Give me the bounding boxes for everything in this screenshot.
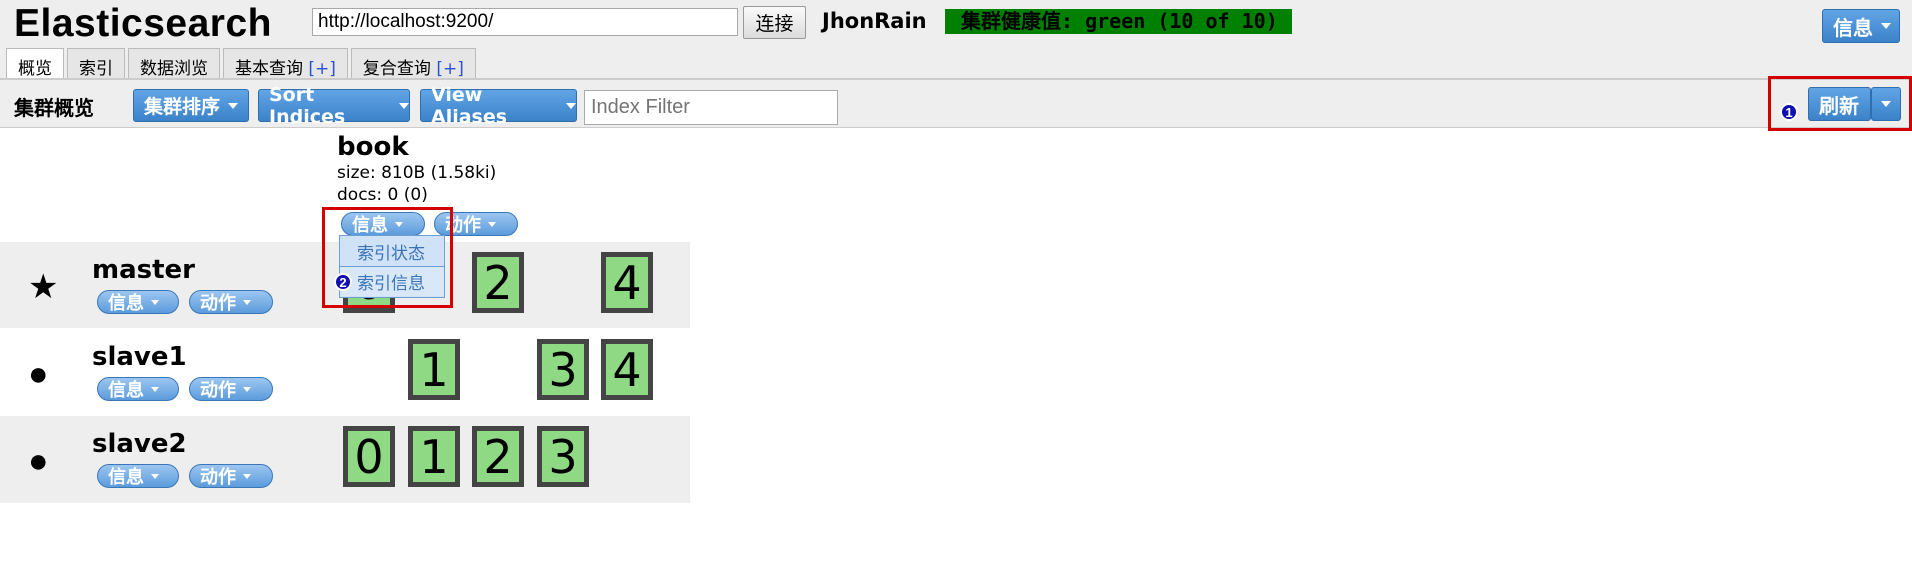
shard-box[interactable]: 0 <box>343 426 395 487</box>
chevron-down-icon <box>151 473 159 479</box>
sort-cluster-button[interactable]: 集群排序 <box>133 89 249 122</box>
index-name: book <box>337 132 409 162</box>
circle-icon: ● <box>28 442 49 480</box>
highlight-box-dropdown <box>322 207 453 308</box>
shard-box[interactable]: 2 <box>472 426 524 487</box>
cluster-toolbar: 集群概览 集群排序 Sort Indices View Aliases <box>0 78 1912 128</box>
button-label: 动作 <box>200 293 236 314</box>
shard-box[interactable]: 2 <box>472 252 524 313</box>
node-name: slave1 <box>92 342 187 372</box>
node-action-button[interactable]: 动作 <box>189 377 273 401</box>
button-label: 动作 <box>200 467 236 488</box>
tab-label: 索引 <box>79 59 113 79</box>
add-tab-link[interactable]: [+] <box>308 59 336 79</box>
tab-label: 基本查询 <box>235 59 303 79</box>
shard-box[interactable]: 1 <box>408 339 460 400</box>
tab-basic-query[interactable]: 基本查询 [+] <box>223 48 348 79</box>
button-label: Sort Indices <box>269 83 346 128</box>
star-icon: ★ <box>28 268 59 306</box>
cluster-name: JhonRain <box>822 9 927 33</box>
add-tab-link[interactable]: [+] <box>436 59 464 79</box>
view-aliases-button[interactable]: View Aliases <box>420 84 577 128</box>
node-info-button[interactable]: 信息 <box>97 290 179 314</box>
node-action-button[interactable]: 动作 <box>189 290 273 314</box>
node-action-button[interactable]: 动作 <box>189 464 273 488</box>
shard-box[interactable]: 3 <box>537 426 589 487</box>
chevron-down-icon <box>228 102 239 109</box>
shard-box[interactable]: 4 <box>601 339 653 400</box>
chevron-down-icon <box>399 102 409 109</box>
index-filter-input[interactable] <box>584 90 838 125</box>
chevron-down-icon <box>243 386 251 392</box>
node-info-button[interactable]: 信息 <box>97 464 179 488</box>
sort-indices-button[interactable]: Sort Indices <box>258 84 410 128</box>
page-title: 集群概览 <box>14 96 94 120</box>
chevron-down-icon <box>566 102 576 109</box>
button-label: 信息 <box>108 293 144 314</box>
tab-browser[interactable]: 数据浏览 <box>128 48 220 79</box>
chevron-down-icon <box>243 299 251 305</box>
step-badge-1: 1 <box>1780 103 1798 121</box>
chevron-down-icon <box>151 299 159 305</box>
node-info-button[interactable]: 信息 <box>97 377 179 401</box>
info-menu-button[interactable]: 信息 <box>1822 9 1900 43</box>
circle-icon: ● <box>28 355 49 393</box>
step-badge-2: 2 <box>334 273 352 291</box>
shard-box[interactable]: 3 <box>537 339 589 400</box>
button-label: 动作 <box>200 380 236 401</box>
cluster-health-badge: 集群健康值: green (10 of 10) <box>945 9 1292 34</box>
tab-indices[interactable]: 索引 <box>67 48 125 79</box>
top-bar: Elasticsearch 连接 JhonRain 集群健康值: green (… <box>0 0 1912 79</box>
tab-bar: 概览 索引 数据浏览 基本查询 [+] 复合查询 [+] <box>6 48 479 79</box>
info-menu-label: 信息 <box>1833 15 1873 40</box>
cluster-url-input[interactable] <box>312 8 738 36</box>
chevron-down-icon <box>488 221 496 227</box>
chevron-down-icon <box>151 386 159 392</box>
chevron-down-icon <box>243 473 251 479</box>
tab-compound-query[interactable]: 复合查询 [+] <box>350 48 476 79</box>
tab-overview[interactable]: 概览 <box>6 48 64 79</box>
node-name: slave2 <box>92 429 187 459</box>
button-label: View Aliases <box>431 83 508 128</box>
index-docs: docs: 0 (0) <box>337 185 428 205</box>
button-label: 信息 <box>108 380 144 401</box>
index-size: size: 810B (1.58ki) <box>337 163 497 183</box>
node-name: master <box>92 255 195 285</box>
shard-box[interactable]: 1 <box>408 426 460 487</box>
chevron-down-icon <box>1881 23 1891 29</box>
button-label: 集群排序 <box>144 96 221 118</box>
connect-button[interactable]: 连接 <box>743 6 806 39</box>
button-label: 信息 <box>108 467 144 488</box>
tab-label: 数据浏览 <box>140 59 208 79</box>
tab-label: 概览 <box>18 59 52 79</box>
shard-box[interactable]: 4 <box>601 252 653 313</box>
tab-label: 复合查询 <box>362 59 431 79</box>
app-logo: Elasticsearch <box>14 2 273 45</box>
